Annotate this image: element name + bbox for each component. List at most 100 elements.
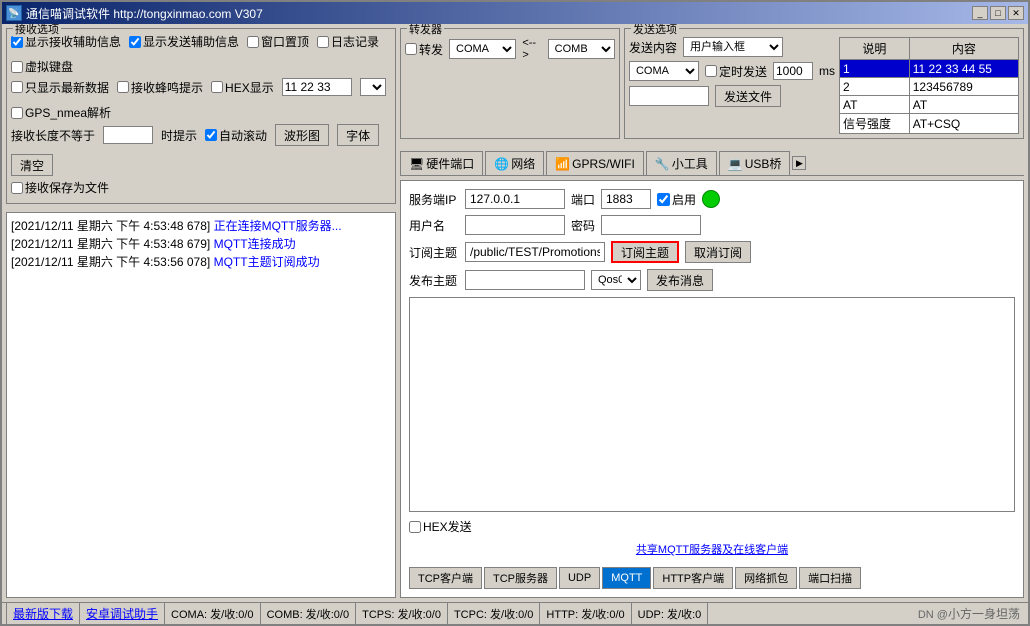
tab-mqtt[interactable]: MQTT bbox=[602, 567, 651, 589]
left-panel: 接收选项 显示接收辅助信息 显示发送辅助信息 窗口置顶 bbox=[6, 28, 396, 598]
gps-nmea-label: GPS_nmea解析 bbox=[25, 104, 111, 121]
enable-checkbox[interactable]: 启用 bbox=[657, 191, 696, 208]
tools-label: 小工具 bbox=[672, 155, 708, 172]
maximize-button[interactable]: □ bbox=[990, 6, 1006, 20]
recv-length-label: 接收长度不等于 bbox=[11, 127, 95, 144]
virtual-kb-input[interactable] bbox=[11, 61, 23, 73]
hex-select[interactable] bbox=[360, 78, 386, 96]
only-latest-checkbox[interactable]: 只显示最新数据 bbox=[11, 79, 109, 96]
font-button[interactable]: 字体 bbox=[337, 124, 379, 146]
only-latest-input[interactable] bbox=[11, 81, 23, 93]
http-status: HTTP: 发/收:0/0 bbox=[540, 603, 631, 624]
hex-send-checkbox[interactable]: HEX发送 bbox=[409, 518, 472, 535]
minimize-button[interactable]: _ bbox=[972, 6, 988, 20]
send-input[interactable] bbox=[629, 86, 709, 106]
clear-button[interactable]: 清空 bbox=[11, 154, 53, 176]
send-main-area: 发送内容 用户输入框 COMA bbox=[629, 37, 1019, 134]
udp-status: UDP: 发/收:0 bbox=[632, 603, 709, 624]
update-link-item[interactable]: 最新版下载 bbox=[6, 603, 80, 624]
virtual-kb-checkbox[interactable]: 虚拟键盘 bbox=[11, 58, 73, 75]
android-link-item[interactable]: 安卓调试助手 bbox=[80, 603, 165, 624]
table-row[interactable]: 信号强度 AT+CSQ bbox=[840, 114, 1019, 134]
hex-display-input[interactable] bbox=[211, 81, 223, 93]
forward-checkbox[interactable]: 转发 bbox=[405, 41, 443, 58]
log-text-2: MQTT连接成功 bbox=[214, 237, 296, 251]
close-button[interactable]: ✕ bbox=[1008, 6, 1024, 20]
update-link[interactable]: 最新版下载 bbox=[13, 605, 73, 622]
auto-scroll-label: 自动滚动 bbox=[219, 127, 267, 144]
send-table-container: 说明 内容 1 11 22 33 44 55 bbox=[839, 37, 1019, 134]
send-file-row: 发送文件 bbox=[629, 85, 835, 107]
publish-topic-input[interactable] bbox=[465, 270, 585, 290]
window-top-input[interactable] bbox=[247, 36, 259, 48]
app-icon: 📡 bbox=[6, 5, 22, 21]
table-cell-id: 信号强度 bbox=[840, 114, 910, 134]
log-time-1: [2021/12/11 星期六 下午 4:53:48 678] bbox=[11, 219, 210, 233]
hex-send-row: HEX发送 bbox=[409, 518, 1015, 535]
port-b-select[interactable]: COMB bbox=[548, 39, 615, 59]
hex-input[interactable] bbox=[282, 78, 352, 96]
tab-network[interactable]: 🌐 网络 bbox=[485, 151, 544, 175]
tabs-nav-right[interactable]: ▶ bbox=[792, 156, 806, 170]
timed-send-checkbox[interactable]: 定时发送 bbox=[705, 63, 767, 80]
share-link[interactable]: 共享MQTT服务器及在线客户端 bbox=[636, 544, 788, 556]
save-file-input[interactable] bbox=[11, 182, 23, 194]
recv-beep-input[interactable] bbox=[117, 81, 129, 93]
forwarder-row: 转发 COMA <--> COMB bbox=[405, 37, 615, 61]
table-row[interactable]: 2 123456789 bbox=[840, 78, 1019, 96]
timed-ms-input[interactable] bbox=[773, 62, 813, 80]
tab-hardware-port[interactable]: 🖥 硬件端口 bbox=[400, 151, 483, 175]
hex-send-input[interactable] bbox=[409, 521, 421, 533]
table-row[interactable]: 1 11 22 33 44 55 bbox=[840, 60, 1019, 78]
send-file-button[interactable]: 发送文件 bbox=[715, 85, 781, 107]
enable-input[interactable] bbox=[657, 193, 670, 206]
show-send-aux-label: 显示发送辅助信息 bbox=[143, 33, 239, 50]
send-port-select[interactable]: COMA bbox=[629, 61, 699, 81]
table-cell-content: 11 22 33 44 55 bbox=[909, 60, 1018, 78]
show-send-aux-checkbox[interactable]: 显示发送辅助信息 bbox=[129, 33, 239, 50]
show-recv-aux-input[interactable] bbox=[11, 36, 23, 48]
subscribe-topic-input[interactable] bbox=[465, 242, 605, 262]
send-content-select[interactable]: 用户输入框 bbox=[683, 37, 783, 57]
publish-button[interactable]: 发布消息 bbox=[647, 269, 713, 291]
tab-tcp-server[interactable]: TCP服务器 bbox=[484, 567, 557, 589]
password-input[interactable] bbox=[601, 215, 701, 235]
titlebar-buttons: _ □ ✕ bbox=[972, 6, 1024, 20]
server-ip-input[interactable] bbox=[465, 189, 565, 209]
wave-button[interactable]: 波形图 bbox=[275, 124, 329, 146]
username-input[interactable] bbox=[465, 215, 565, 235]
log-input[interactable] bbox=[317, 36, 329, 48]
tab-gprs-wifi[interactable]: 📶 GPRS/WIFI bbox=[546, 151, 644, 175]
timed-send-input[interactable] bbox=[705, 65, 717, 77]
tab-network-capture[interactable]: 网络抓包 bbox=[735, 567, 797, 589]
send-table: 说明 内容 1 11 22 33 44 55 bbox=[839, 37, 1019, 134]
subscribe-button[interactable]: 订阅主题 bbox=[611, 241, 679, 263]
tab-usb-bridge[interactable]: 💻 USB桥 bbox=[719, 151, 791, 175]
log-checkbox[interactable]: 日志记录 bbox=[317, 33, 379, 50]
tab-http-client[interactable]: HTTP客户端 bbox=[653, 567, 733, 589]
qos-select[interactable]: Qos0 bbox=[591, 270, 641, 290]
mqtt-message-area[interactable] bbox=[409, 297, 1015, 512]
auto-scroll-checkbox[interactable]: 自动滚动 bbox=[205, 127, 267, 144]
right-panel: 转发器 转发 COMA <--> COMB bbox=[400, 28, 1024, 598]
gps-nmea-input[interactable] bbox=[11, 107, 23, 119]
port-a-select[interactable]: COMA bbox=[449, 39, 516, 59]
tab-tools[interactable]: 🔧 小工具 bbox=[646, 151, 717, 175]
gps-nmea-checkbox[interactable]: GPS_nmea解析 bbox=[11, 104, 111, 121]
save-file-checkbox[interactable]: 接收保存为文件 bbox=[11, 179, 109, 196]
tab-port-scan[interactable]: 端口扫描 bbox=[799, 567, 861, 589]
window-top-checkbox[interactable]: 窗口置顶 bbox=[247, 33, 309, 50]
port-input[interactable] bbox=[601, 189, 651, 209]
hex-display-checkbox[interactable]: HEX显示 bbox=[211, 79, 274, 96]
tab-tcp-client[interactable]: TCP客户端 bbox=[409, 567, 482, 589]
show-send-aux-input[interactable] bbox=[129, 36, 141, 48]
tab-udp[interactable]: UDP bbox=[559, 567, 600, 589]
enable-label: 启用 bbox=[672, 191, 696, 208]
android-link[interactable]: 安卓调试助手 bbox=[86, 605, 158, 622]
table-row[interactable]: AT AT bbox=[840, 96, 1019, 114]
auto-scroll-input[interactable] bbox=[205, 129, 217, 141]
forward-input[interactable] bbox=[405, 43, 417, 55]
recv-length-input[interactable] bbox=[103, 126, 153, 144]
unsubscribe-button[interactable]: 取消订阅 bbox=[685, 241, 751, 263]
recv-beep-checkbox[interactable]: 接收蜂鸣提示 bbox=[117, 79, 203, 96]
